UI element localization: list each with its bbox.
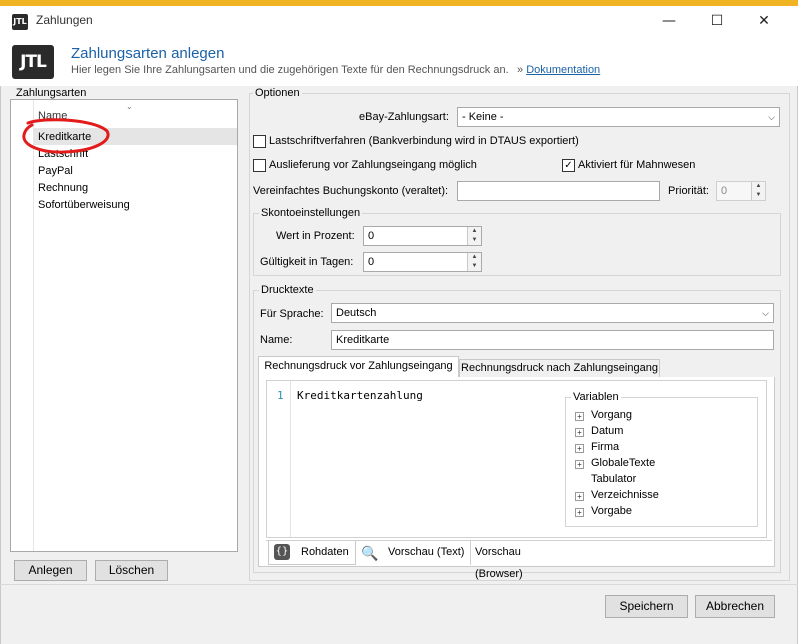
tab-vor-zahlungseingang[interactable]: Rechnungsdruck vor Zahlungseingang [258, 356, 459, 378]
variable-tree-item[interactable]: GlobaleTexte [591, 457, 655, 469]
spin-updown-icon[interactable]: ▲ ▼ [751, 182, 765, 200]
name-label: Name: [260, 334, 293, 346]
tab-rohdaten-label: Rohdaten [301, 546, 349, 558]
expand-plus-icon[interactable]: + [575, 460, 584, 469]
expand-plus-icon[interactable]: + [575, 444, 584, 453]
wert-prozent-stepper[interactable]: 0 ▲ ▼ [363, 226, 482, 246]
raw-data-icon: {} [274, 544, 290, 560]
red-circle-annotation [22, 118, 110, 154]
jtl-logo: JTL [12, 45, 54, 79]
sprache-select[interactable]: Deutsch ⌵ [331, 303, 774, 323]
documentation-link-wrap: » Dokumentation [517, 64, 600, 76]
app-icon: JTL [12, 14, 28, 30]
variable-tree-item[interactable]: Verzeichnisse [591, 489, 659, 501]
page-title: Zahlungsarten anlegen [71, 45, 225, 62]
gueltigkeit-tage-stepper[interactable]: 0 ▲ ▼ [363, 252, 482, 272]
variable-tree-item[interactable]: Datum [591, 425, 623, 437]
tab-vorschau-browser[interactable]: Vorschau (Browser) [470, 541, 570, 580]
sprache-label: Für Sprache: [260, 308, 324, 320]
optionen-group-label: Optionen [253, 87, 302, 99]
ebay-zahlungsart-value: - Keine - [462, 111, 504, 123]
list-row-header-column [33, 100, 34, 551]
gueltigkeit-tage-value: 0 [368, 256, 375, 268]
auslieferung-checkbox[interactable] [253, 159, 266, 172]
prioritaet-label: Priorität: [668, 185, 709, 197]
lastschrift-label: Lastschriftverfahren (Bankverbindung wir… [269, 135, 579, 147]
chevron-down-icon: ⌵ [768, 112, 775, 122]
variable-tree-item[interactable]: Tabulator [591, 473, 636, 485]
name-input[interactable]: Kreditkarte [331, 330, 774, 350]
tab-vorschau-text[interactable]: 🔍 Vorschau (Text) [358, 541, 468, 565]
tab-rohdaten[interactable]: {} Rohdaten [268, 541, 356, 565]
line-number-gutter [267, 381, 291, 537]
line-number: 1 [277, 389, 284, 402]
magnifier-icon: 🔍 [361, 546, 379, 562]
expand-plus-icon[interactable]: + [575, 492, 584, 501]
expand-plus-icon[interactable]: + [575, 428, 584, 437]
link-arrow-icon: » [517, 64, 524, 76]
close-icon[interactable]: ✕ [741, 6, 787, 36]
ebay-label: eBay-Zahlungsart: [359, 111, 449, 123]
anlegen-button[interactable]: Anlegen [14, 560, 87, 581]
auslieferung-label: Auslieferung vor Zahlungseingang möglich [269, 159, 477, 171]
buchungskonto-label: Vereinfachtes Buchungskonto (veraltet): [253, 185, 449, 197]
wert-label: Wert in Prozent: [276, 230, 355, 242]
mahnwesen-checkbox[interactable]: ✓ [562, 159, 575, 172]
list-item[interactable]: PayPal [38, 165, 73, 177]
wert-prozent-value: 0 [368, 230, 375, 242]
spin-updown-icon[interactable]: ▲ ▼ [467, 227, 481, 245]
ebay-zahlungsart-select[interactable]: - Keine - ⌵ [457, 107, 780, 127]
expand-plus-icon[interactable]: + [575, 412, 584, 421]
editor-text[interactable]: Kreditkartenzahlung [297, 389, 423, 402]
minimize-icon[interactable]: — [646, 6, 692, 36]
tab-nach-zahlungseingang[interactable]: Rechnungsdruck nach Zahlungseingang [459, 359, 660, 378]
skonto-group-label: Skontoeinstellungen [259, 207, 363, 219]
buchungskonto-input[interactable] [457, 181, 660, 201]
list-item[interactable]: Rechnung [38, 182, 88, 194]
mahnwesen-label: Aktiviert für Mahnwesen [578, 159, 696, 171]
cancel-button[interactable]: Abbrechen [695, 595, 775, 618]
page-subtitle: Hier legen Sie Ihre Zahlungsarten und di… [71, 64, 509, 76]
chevron-down-icon: ⌵ [762, 308, 769, 318]
footer-divider [0, 584, 798, 585]
variable-tree-item[interactable]: Vorgang [591, 409, 632, 421]
drucktexte-group-label: Drucktexte [259, 284, 316, 296]
lastschrift-checkbox[interactable] [253, 135, 266, 148]
sprache-value: Deutsch [336, 307, 377, 319]
loeschen-button[interactable]: Löschen [95, 560, 168, 581]
spin-updown-icon[interactable]: ▲ ▼ [467, 253, 481, 271]
variable-tree-item[interactable]: Vorgabe [591, 505, 632, 517]
variable-tree-item[interactable]: Firma [591, 441, 619, 453]
documentation-link[interactable]: Dokumentation [526, 64, 600, 76]
list-item[interactable]: Sofortüberweisung [38, 199, 130, 211]
window-title: Zahlungen [36, 13, 93, 27]
save-button[interactable]: Speichern [605, 595, 688, 618]
prioritaet-value: 0 [721, 185, 728, 197]
variablen-label: Variablen [571, 391, 621, 403]
sort-chevron-icon[interactable]: ⌄ [126, 102, 133, 111]
gueltigkeit-label: Gültigkeit in Tagen: [260, 256, 354, 268]
zahlungsarten-group-label: Zahlungsarten [14, 87, 89, 99]
tab-vorschau-text-label: Vorschau (Text) [388, 546, 465, 558]
expand-plus-icon[interactable]: + [575, 508, 584, 517]
prioritaet-stepper[interactable]: 0 ▲ ▼ [716, 181, 766, 201]
maximize-icon[interactable]: ☐ [694, 6, 740, 36]
